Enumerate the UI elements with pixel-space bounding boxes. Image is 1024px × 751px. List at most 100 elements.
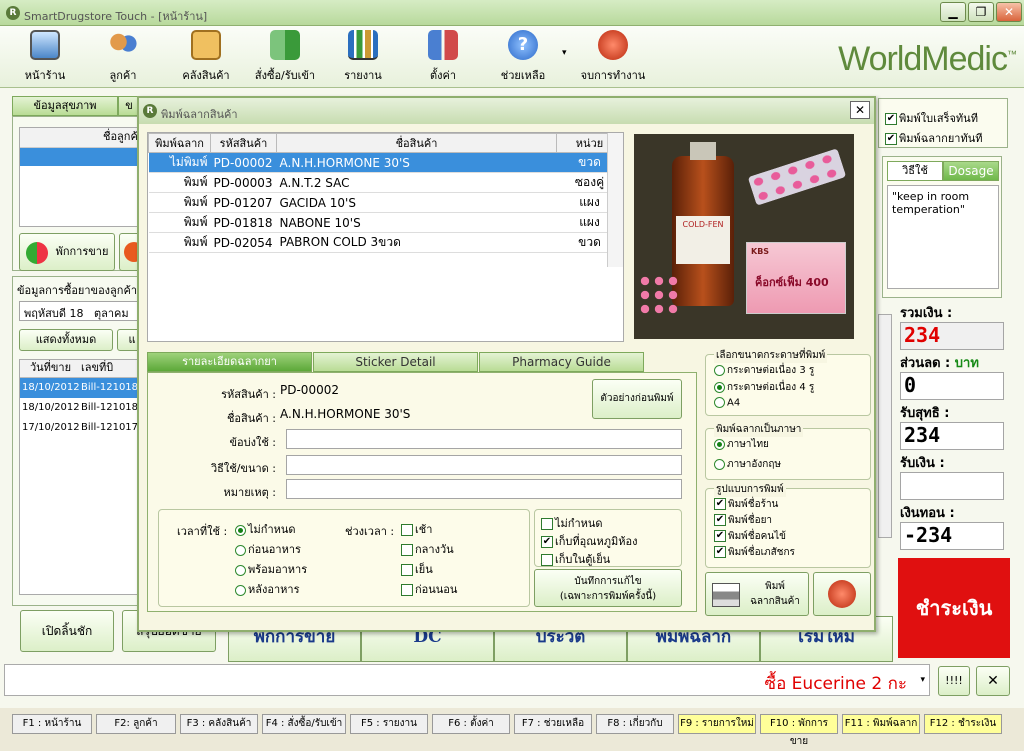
app-logo-icon: R [6, 6, 20, 20]
indication-input[interactable] [286, 429, 682, 449]
time-option[interactable]: ไม่กำหนด [235, 520, 307, 540]
language-option[interactable]: ภาษาอังกฤษ [714, 457, 781, 472]
customer-row-selected[interactable] [20, 148, 148, 166]
checkbox-icon [401, 524, 413, 536]
storage-option[interactable]: ✔ เก็บที่อุณหภูมิห้อง [541, 532, 637, 550]
period-option[interactable]: กลางวัน [401, 540, 457, 560]
function-key[interactable]: F3 : คลังสินค้า [180, 714, 258, 734]
pause-sale-button[interactable]: พักการขาย [19, 233, 115, 271]
period-option[interactable]: ก่อนนอน [401, 580, 457, 600]
history-row[interactable]: 18/10/2012 Bill-121018- [20, 378, 146, 398]
usage-input[interactable] [286, 455, 682, 475]
function-key[interactable]: F1 : หน้าร้าน [12, 714, 92, 734]
table-row[interactable]: พิมพ์ PD-00003 A.N.T.2 SAC ซองคู่ [148, 172, 623, 193]
pay-button[interactable]: ชำระเงิน [898, 558, 1010, 658]
table-row[interactable]: พิมพ์ PD-01818 NABONE 10'S แผง [148, 212, 623, 233]
function-key[interactable]: F5 : รายงาน [350, 714, 428, 734]
name-value: A.N.H.HORMONE 30'S [280, 407, 411, 421]
product-table-scrollbar[interactable] [607, 133, 623, 267]
toolbar-inventory[interactable]: คลังสินค้า [176, 30, 236, 84]
tab-health-info[interactable]: ข้อมูลสุขภาพ [12, 96, 118, 116]
paper-option-label: กระดาษต่อเนื่อง 4 รู [727, 382, 815, 393]
toolbar-reports[interactable]: รายงาน [340, 30, 386, 84]
storage-option[interactable]: ไม่กำหนด [541, 514, 603, 532]
dialog-exit-button[interactable] [813, 572, 871, 616]
dialog-close-button[interactable]: ✕ [850, 101, 870, 119]
clear-button[interactable]: ✕ [976, 666, 1010, 696]
table-row[interactable]: ไม่พิมพ์ PD-00002 A.N.H.HORMONE 30'S ขวด [148, 152, 623, 173]
toolbar-customers[interactable]: ลูกค้า [100, 30, 146, 84]
function-key[interactable]: F7 : ช่วยเหลือ [514, 714, 592, 734]
toolbar-settings[interactable]: ตั้งค่า [420, 30, 466, 84]
function-key[interactable]: F8 : เกี่ยวกับ [596, 714, 674, 734]
function-key[interactable]: F11 : พิมพ์ฉลาก [842, 714, 920, 734]
tab-sticker-detail[interactable]: Sticker Detail [313, 352, 478, 372]
date-picker[interactable]: พฤหัสบดี 18 ตุลาคม [19, 301, 145, 321]
close-window-button[interactable]: ✕ [996, 2, 1022, 22]
show-all-button[interactable]: แสดงทั้งหมด [19, 329, 113, 351]
function-key[interactable]: F2: ลูกค้า [96, 714, 176, 734]
format-option[interactable]: ✔ พิมพ์ชื่อคนไข้ [714, 529, 786, 544]
open-drawer-button[interactable]: เปิดลิ้นชัก [20, 610, 114, 652]
history-row[interactable]: 18/10/2012 Bill-121018-0 [20, 398, 146, 418]
print-label-button[interactable]: พิมพ์ ฉลากสินค้า [705, 572, 809, 616]
checkbox-icon: ✔ [885, 133, 897, 145]
row-code: PD-02054 [210, 232, 277, 253]
format-option-label: พิมพ์ชื่อเภสัชกร [728, 547, 795, 558]
toolbar-help[interactable]: ? ช่วยเหลือ [498, 30, 548, 84]
usage-text[interactable]: "keep in room temperation" [887, 185, 999, 289]
paper-option[interactable]: กระดาษต่อเนื่อง 3 รู [714, 363, 814, 378]
format-option[interactable]: ✔ พิมพ์ชื่อร้าน [714, 497, 778, 512]
time-option-label: พร้อมอาหาร [248, 563, 308, 576]
help-dropdown-arrow-icon[interactable]: ▾ [562, 48, 567, 58]
history-row[interactable]: 17/10/2012 Bill-121017-0 [20, 418, 146, 438]
time-option[interactable]: พร้อมอาหาร [235, 560, 307, 580]
paper-option[interactable]: กระดาษต่อเนื่อง 4 รู [714, 380, 814, 395]
toolbar-purchase[interactable]: สั่งซื้อ/รับเข้า [250, 30, 320, 84]
time-option[interactable]: ก่อนอาหาร [235, 540, 307, 560]
print-receipt-option[interactable]: ✔ พิมพ์ใบเสร็จทันที [885, 109, 978, 127]
print-label-option[interactable]: ✔ พิมพ์ฉลากยาทันที [885, 129, 982, 147]
date-month: ตุลาคม [94, 307, 129, 320]
toolbar-label: หน้าร้าน [24, 69, 66, 82]
save-edit-line2: (เฉพาะการพิมพ์ครั้งนี้) [559, 591, 657, 602]
function-key[interactable]: F4 : สั่งซื้อ/รับเข้า [262, 714, 346, 734]
product-table[interactable]: พิมพ์ฉลาก รหัสสินค้า ชื่อสินค้า หน่วย ไม… [147, 132, 624, 342]
preview-button[interactable]: ตัวอย่างก่อนพิมพ์ [592, 379, 682, 419]
right-scrollbar[interactable] [878, 314, 892, 538]
history-table[interactable]: วันที่ขาย เลขที่บิ 18/10/2012 Bill-121018… [19, 359, 147, 595]
format-option[interactable]: ✔ พิมพ์ชื่อเภสัชกร [714, 545, 795, 560]
customer-list[interactable]: ชื่อลูกค้า [19, 127, 149, 227]
paper-option[interactable]: A4 [714, 397, 740, 409]
note-input[interactable] [286, 479, 682, 499]
toolbar-exit[interactable]: จบการทำงาน [578, 30, 648, 84]
restore-button[interactable]: ❐ [968, 2, 994, 22]
tab-dosage[interactable]: Dosage [943, 161, 999, 181]
save-edit-button[interactable]: บันทึกการแก้ไข (เฉพาะการพิมพ์ครั้งนี้) [534, 569, 682, 607]
discount-input[interactable]: 0 [900, 372, 1004, 400]
storage-option[interactable]: เก็บในตู้เย็น [541, 550, 610, 568]
function-key[interactable]: F9 : รายการใหม่ [678, 714, 756, 734]
misc-button[interactable]: !!!! [938, 666, 970, 696]
toolbar-storefront[interactable]: หน้าร้าน [22, 30, 68, 84]
table-row[interactable]: พิมพ์ PD-02054 PABRON COLD 3ขวด ขวด [148, 232, 623, 253]
function-key[interactable]: F12 : ชำระเงิน [924, 714, 1002, 734]
function-key[interactable]: F6 : ตั้งค่า [432, 714, 510, 734]
period-option[interactable]: เย็น [401, 560, 457, 580]
tab-pharmacy-guide[interactable]: Pharmacy Guide [479, 352, 644, 372]
radio-icon [714, 364, 725, 376]
checkbox-icon: ✔ [714, 514, 726, 526]
period-options: เช้า กลางวัน เย็น ก่อนนอน [401, 520, 457, 600]
ticker-dropdown-icon[interactable]: ▾ [920, 675, 925, 685]
checkbox-icon [541, 518, 553, 530]
received-input[interactable] [900, 472, 1004, 500]
time-option[interactable]: หลังอาหาร [235, 580, 307, 600]
minimize-button[interactable]: ▁ [940, 2, 966, 22]
language-option[interactable]: ภาษาไทย [714, 437, 769, 452]
tab-usage[interactable]: วิธีใช้ [887, 161, 943, 181]
table-row[interactable]: พิมพ์ PD-01207 GACIDA 10'S แผง [148, 192, 623, 213]
function-key[interactable]: F10 : พักการขาย [760, 714, 838, 747]
period-option[interactable]: เช้า [401, 520, 457, 540]
format-option[interactable]: ✔ พิมพ์ชื่อยา [714, 513, 772, 528]
tab-label-detail[interactable]: รายละเอียดฉลากยา [147, 352, 312, 372]
